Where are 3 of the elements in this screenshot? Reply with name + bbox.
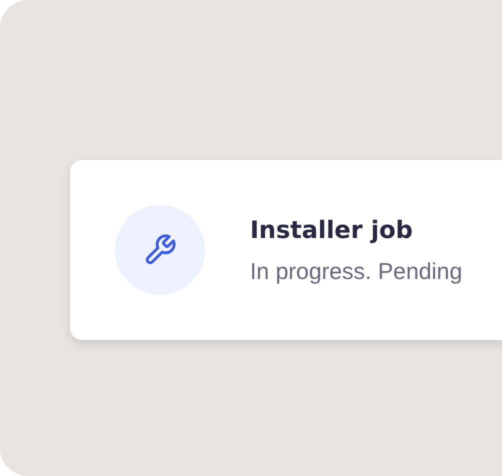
job-status: In progress. Pending — [250, 258, 462, 284]
job-title: Installer job — [250, 216, 414, 244]
wrench-icon — [143, 233, 177, 267]
